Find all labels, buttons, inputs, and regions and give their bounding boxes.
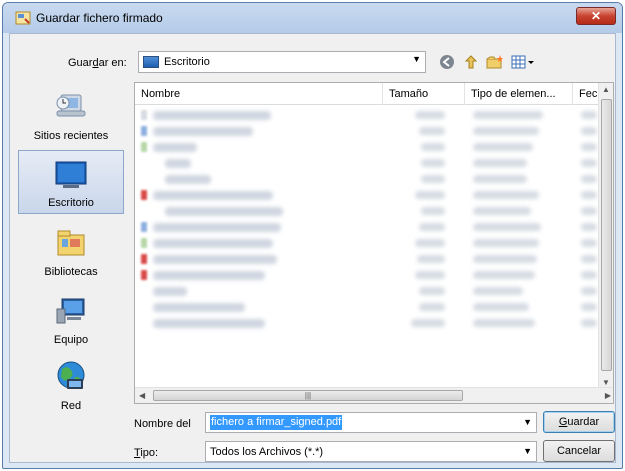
list-item[interactable] <box>135 155 600 171</box>
scroll-up-icon[interactable]: ▲ <box>602 85 610 94</box>
save-in-label: Guardar en: <box>68 57 127 69</box>
cancel-button[interactable]: Cancelar <box>543 440 615 462</box>
save-button[interactable]: Guardar <box>543 411 615 433</box>
list-item[interactable] <box>135 171 600 187</box>
list-item[interactable] <box>135 283 600 299</box>
list-item[interactable] <box>135 219 600 235</box>
scroll-left-icon[interactable]: ◀ <box>139 391 145 400</box>
toolbar <box>438 53 536 71</box>
file-list[interactable]: Nombre Tamaño Tipo de elemen... Fech <box>134 82 614 404</box>
horizontal-scroll-thumb[interactable]: ||| <box>153 390 463 401</box>
network-icon <box>53 359 89 396</box>
scroll-down-icon[interactable]: ▼ <box>602 378 610 387</box>
window-title: Guardar fichero firmado <box>36 11 163 25</box>
place-label: Red <box>60 400 82 412</box>
vertical-scroll-thumb[interactable] <box>601 99 612 371</box>
column-header-name[interactable]: Nombre <box>135 83 383 105</box>
filetype-value: Todos los Archivos (*.*) <box>210 445 324 458</box>
place-libraries[interactable]: Bibliotecas <box>18 218 124 282</box>
view-menu-icon[interactable] <box>510 53 536 71</box>
chevron-down-icon[interactable]: ▼ <box>523 417 532 427</box>
list-item[interactable] <box>135 235 600 251</box>
list-item[interactable] <box>135 251 600 267</box>
dialog-body: Guardar en: Escritorio ▼ Sitios reciente… <box>9 33 616 463</box>
desktop-icon <box>53 160 89 193</box>
filetype-label: Tipo: <box>134 447 159 459</box>
save-dialog: Guardar fichero firmado ✕ Guardar en: Es… <box>2 2 623 469</box>
recent-places-icon <box>53 91 89 126</box>
places-bar: Sitios recientes Escritorio Bibliotecas … <box>18 82 124 412</box>
place-network[interactable]: Red <box>18 352 124 416</box>
column-header-type[interactable]: Tipo de elemen... <box>465 83 573 105</box>
list-item[interactable] <box>135 203 600 219</box>
filename-input[interactable]: fichero a firmar_signed.pdf ▼ <box>205 412 537 433</box>
list-item[interactable] <box>135 315 600 331</box>
list-item[interactable] <box>135 267 600 283</box>
app-icon <box>15 10 31 26</box>
save-in-dropdown[interactable]: Escritorio ▼ <box>138 51 426 73</box>
save-in-value: Escritorio <box>164 56 210 68</box>
scroll-right-icon[interactable]: ▶ <box>605 391 611 400</box>
place-label: Bibliotecas <box>44 266 98 278</box>
desktop-small-icon <box>143 56 159 68</box>
chevron-down-icon: ▼ <box>523 446 532 456</box>
list-header: Nombre Tamaño Tipo de elemen... Fech <box>135 83 600 105</box>
list-item[interactable] <box>135 107 600 123</box>
column-header-date[interactable]: Fech <box>573 83 600 105</box>
column-header-size[interactable]: Tamaño <box>383 83 465 105</box>
filetype-dropdown[interactable]: Todos los Archivos (*.*) ▼ <box>205 441 537 462</box>
place-label: Escritorio <box>48 197 94 209</box>
place-recent[interactable]: Sitios recientes <box>18 82 124 146</box>
list-item[interactable] <box>135 187 600 203</box>
horizontal-scrollbar[interactable]: ◀ ||| ▶ <box>135 387 613 403</box>
up-folder-icon[interactable] <box>462 53 480 71</box>
grip-icon: ||| <box>304 391 312 400</box>
list-item[interactable] <box>135 139 600 155</box>
libraries-icon <box>53 227 89 262</box>
back-icon[interactable] <box>438 53 456 71</box>
list-rows <box>135 107 600 331</box>
filename-label: Nombre del <box>134 418 191 430</box>
new-folder-icon[interactable] <box>486 53 504 71</box>
place-label: Sitios recientes <box>33 130 109 142</box>
chevron-down-icon: ▼ <box>412 54 421 64</box>
filename-value: fichero a firmar_signed.pdf <box>210 415 343 430</box>
list-item[interactable] <box>135 299 600 315</box>
place-desktop[interactable]: Escritorio <box>18 150 124 214</box>
vertical-scrollbar[interactable]: ▲ ▼ <box>598 83 613 389</box>
place-computer[interactable]: Equipo <box>18 286 124 350</box>
list-item[interactable] <box>135 123 600 139</box>
title-bar[interactable]: Guardar fichero firmado ✕ <box>3 3 622 33</box>
computer-icon <box>53 295 89 330</box>
place-label: Equipo <box>53 334 89 346</box>
close-icon: ✕ <box>590 9 602 23</box>
close-button[interactable]: ✕ <box>576 7 616 25</box>
